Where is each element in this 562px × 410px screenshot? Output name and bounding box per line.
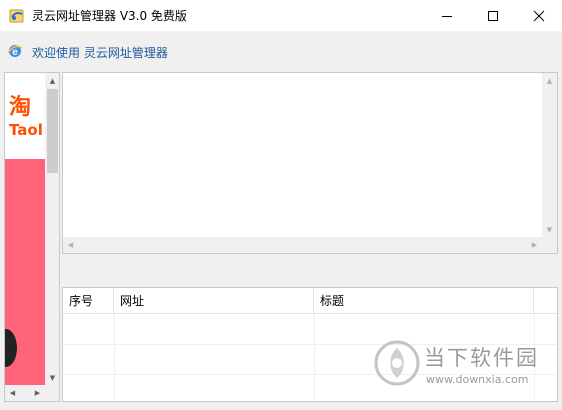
column-header-extra[interactable] (534, 288, 557, 314)
scroll-up-arrow-icon[interactable]: ▲ (542, 73, 557, 88)
app-logo-icon (9, 9, 24, 23)
ad-brand-char: 淘 (9, 95, 32, 120)
web-view-vertical-scrollbar[interactable]: ▲ ▼ (542, 73, 557, 237)
ad-banner[interactable]: 淘 Taol (5, 73, 45, 385)
watermark-title: 当下软件园 (424, 346, 539, 370)
welcome-bar: e 欢迎使用 灵云网址管理器 (0, 31, 562, 69)
table-grid-line (314, 314, 315, 401)
column-header-index[interactable]: 序号 (63, 288, 114, 314)
ad-brand-text: Taol (9, 121, 43, 139)
scroll-right-arrow-icon[interactable]: ▶ (30, 385, 45, 400)
svg-text:e: e (12, 47, 18, 58)
scroll-left-arrow-icon[interactable]: ◀ (63, 237, 78, 252)
minimize-icon (442, 15, 452, 17)
left-browser-panel[interactable]: 淘 Taol ▲ ▼ ◀ ▶ (4, 72, 60, 402)
scroll-corner (542, 237, 557, 253)
ad-top-area: 淘 Taol (5, 73, 45, 159)
close-icon (533, 10, 545, 21)
scroll-up-arrow-icon[interactable]: ▲ (45, 73, 59, 88)
scroll-left-arrow-icon[interactable]: ◀ (5, 385, 20, 400)
title-bar: 灵云网址管理器 V3.0 免费版 (0, 0, 562, 31)
minimize-button[interactable] (424, 0, 470, 31)
close-button[interactable] (516, 0, 562, 31)
table-grid-line (114, 314, 115, 401)
web-view-panel[interactable]: ▲ ▼ ◀ ▶ (62, 72, 558, 254)
scroll-corner (45, 385, 59, 401)
maximize-icon (488, 10, 498, 21)
watermark-logo-icon (374, 340, 420, 386)
left-vertical-scrollbar[interactable]: ▲ ▼ (45, 73, 59, 385)
left-horizontal-scrollbar[interactable]: ◀ ▶ (5, 385, 45, 401)
scroll-right-arrow-icon[interactable]: ▶ (527, 237, 542, 252)
welcome-link[interactable]: 欢迎使用 灵云网址管理器 (32, 44, 168, 61)
scroll-down-arrow-icon[interactable]: ▼ (45, 370, 59, 385)
ie-browser-icon: e (7, 45, 23, 58)
scroll-thumb[interactable] (47, 89, 58, 173)
maximize-button[interactable] (470, 0, 516, 31)
column-header-title[interactable]: 标题 (314, 288, 534, 314)
scroll-down-arrow-icon[interactable]: ▼ (542, 222, 557, 237)
column-header-url[interactable]: 网址 (114, 288, 314, 314)
web-view-horizontal-scrollbar[interactable]: ◀ ▶ (63, 237, 542, 253)
watermark-url: www.downxia.com (426, 373, 529, 386)
window-title: 灵云网址管理器 V3.0 免费版 (32, 9, 187, 23)
